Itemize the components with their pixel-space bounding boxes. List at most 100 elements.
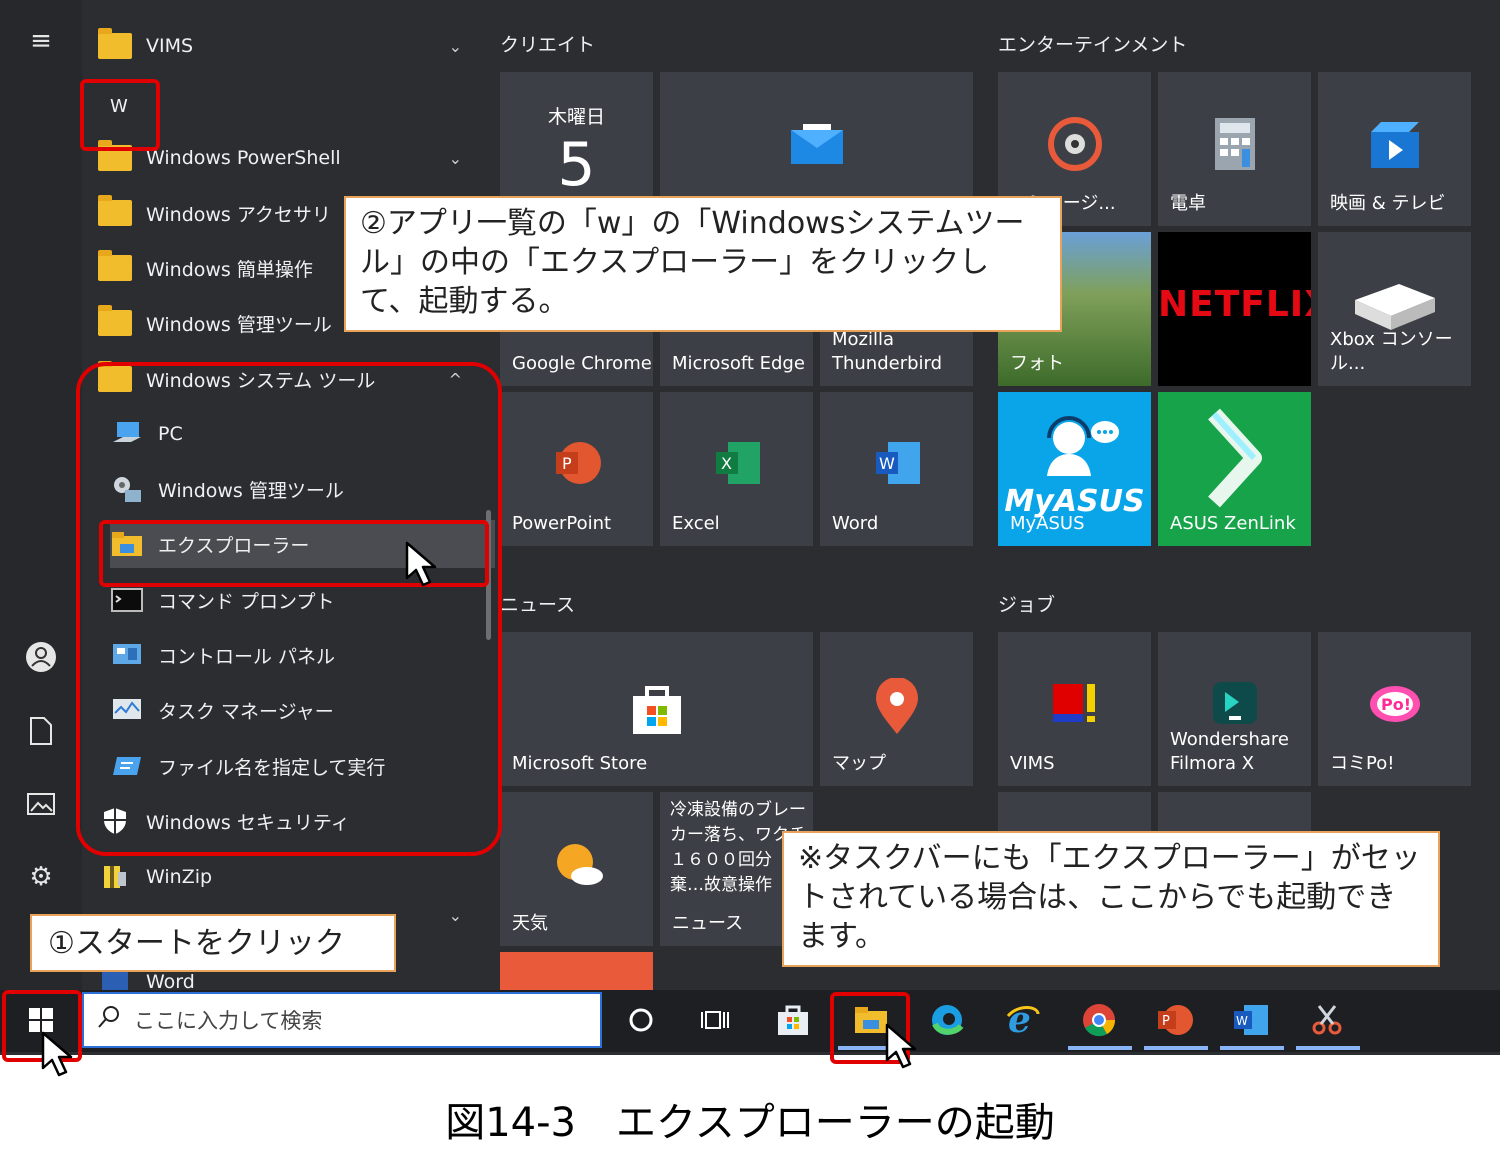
movies-tv-icon [1318,120,1471,172]
app-folder-vims[interactable]: VIMS ⌄ [98,22,478,70]
pictures-icon[interactable] [22,785,60,823]
settings-gear-icon[interactable]: ⚙ [22,858,60,896]
xbox-console-icon [1318,278,1471,334]
folder-icon [98,250,132,283]
documents-icon[interactable] [22,712,60,750]
mouse-cursor-icon [885,1023,917,1069]
chevron-down-icon: ⌄ [448,906,462,925]
cortana-icon[interactable] [618,1000,664,1040]
calendar-date: 5 [557,130,596,200]
mouse-cursor-icon [405,541,437,587]
calendar-day: 木曜日 [547,106,605,128]
svg-text:P: P [562,454,572,473]
map-pin-icon [820,678,973,736]
winzip-icon [98,862,132,892]
tile-filmora[interactable]: Wondershare Filmora X [1158,632,1311,786]
search-icon [96,1004,126,1036]
app-label: Windows 簡単操作 [146,258,313,281]
tile-netflix[interactable]: NETFLIX [1158,232,1311,386]
weather-sun-cloud-icon [500,840,653,890]
callout-step2: ②アプリ一覧の「w」の「Windowsシステムツール」の中の「エクスプローラー」… [344,196,1062,332]
powerpoint-icon: P [500,440,653,486]
app-label: WinZip [146,866,213,888]
tile-xbox-console[interactable]: Xbox コンソール... [1318,232,1471,386]
snipping-tool-icon[interactable] [1304,1000,1350,1040]
word-icon: W [820,440,973,486]
chevron-down-icon: ⌄ [448,148,462,168]
tile-calculator[interactable]: 電卓 [1158,72,1311,226]
tile-label: PowerPoint [512,513,612,534]
taskbar-running-indicator [1068,1046,1132,1050]
group-header-jobs: ジョブ [998,594,1056,616]
tile-myasus[interactable]: MyASUS MyASUS [998,392,1151,546]
tile-komipo[interactable]: Po! コミPo! [1318,632,1471,786]
tile-label: Mozilla Thunderbird [832,329,943,374]
app-label: Windows PowerShell [146,147,341,169]
app-label: VIMS [146,35,194,57]
calculator-icon [1158,116,1311,172]
letter-header-w[interactable]: W [110,82,490,130]
powerpoint-taskbar-icon[interactable]: P [1152,1000,1198,1040]
tile-label: Google Chrome [512,353,652,374]
mail-icon [660,122,973,166]
tile-movies-tv[interactable]: 映画 & テレビ [1318,72,1471,226]
tile-maps[interactable]: マップ [820,632,973,786]
highlight-letter-w [80,79,160,151]
tile-label: コミPo! [1330,753,1395,774]
tile-word[interactable]: W Word [820,392,973,546]
svg-text:W: W [1236,1014,1248,1028]
zenlink-icon [1158,408,1311,508]
tile-label: ニュース [672,913,744,934]
tile-label: Microsoft Store [512,753,648,774]
myasus-support-icon [998,412,1151,482]
tile-label: Xbox コンソール... [1330,329,1453,374]
tile-asus-zenlink[interactable]: ASUS ZenLink [1158,392,1311,546]
tile-label: 電卓 [1170,193,1206,214]
taskbar-running-indicator [1296,1046,1360,1050]
tile-label: 天気 [512,913,548,934]
app-label: Windows アクセサリ [146,203,331,226]
taskbar-running-indicator [1220,1046,1284,1050]
folder-icon [98,305,132,338]
hamburger-menu-icon[interactable]: ≡ [22,22,60,60]
user-account-icon[interactable] [22,638,60,676]
chrome-icon[interactable] [1076,1000,1122,1040]
tile-label: フォト [1010,353,1064,374]
store-icon [500,682,813,736]
svg-text:X: X [721,454,732,473]
tile-empty[interactable] [998,792,1151,832]
tile-label: VIMS [1010,753,1055,774]
tile-label: Wondershare Filmora X [1170,729,1289,774]
excel-icon: X [660,440,813,486]
tile-weather[interactable]: 天気 [500,792,653,946]
internet-explorer-icon[interactable]: e [1000,1000,1046,1040]
groove-music-icon [998,116,1151,172]
svg-text:Po!: Po! [1381,695,1411,714]
tile-vims[interactable]: VIMS [998,632,1151,786]
vims-icon [998,678,1151,730]
highlight-system-tools [76,362,502,856]
app-winzip[interactable]: WinZip [98,853,478,901]
callout-step1: ①スタートをクリック [30,914,396,972]
tile-label: Excel [672,513,720,534]
edge-taskbar-icon[interactable] [924,1000,970,1040]
tile-empty[interactable] [1158,792,1311,832]
tile-microsoft-store[interactable]: Microsoft Store [500,632,813,786]
tile-label: MyASUS [1010,513,1085,534]
tile-powerpoint[interactable]: P PowerPoint [500,392,653,546]
tile-partial[interactable] [500,952,653,990]
mouse-cursor-icon [41,1031,73,1077]
netflix-logo: NETFLIX [1158,284,1311,325]
app-label: Windows 管理ツール [146,313,332,336]
figure-caption: 図14-3 エクスプローラーの起動 [445,1100,1055,1146]
callout-note: ※タスクバーにも「エクスプローラー」がセットされている場合は、ここからでも起動で… [782,831,1440,967]
folder-icon [98,195,132,228]
taskbar-search-box[interactable]: ここに入力して検索 [82,992,602,1048]
search-placeholder: ここに入力して検索 [134,1009,323,1033]
task-view-icon[interactable] [692,1000,738,1040]
store-taskbar-icon[interactable] [770,1000,816,1040]
word-taskbar-icon[interactable]: W [1228,1000,1274,1040]
tile-excel[interactable]: X Excel [660,392,813,546]
tile-label: Microsoft Edge [672,353,805,374]
tile-label: Word [832,513,879,534]
